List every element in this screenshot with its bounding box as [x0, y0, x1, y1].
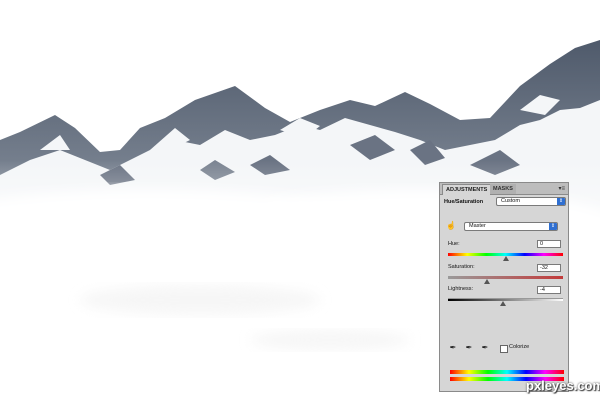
- lightness-slider-thumb[interactable]: [500, 301, 507, 306]
- adjustments-panel: ADJUSTMENTS MASKS ▾≡ Hue/Saturation Cust…: [439, 182, 569, 392]
- saturation-slider-track[interactable]: [448, 276, 563, 279]
- hand-icon[interactable]: ☝: [446, 221, 456, 231]
- colorize-checkbox[interactable]: [500, 345, 508, 353]
- eyedropper-minus-icon[interactable]: ✒: [480, 343, 490, 353]
- chevron-updown-icon: ⇕: [549, 223, 557, 230]
- preset-select-value: Custom: [501, 198, 520, 204]
- preset-select[interactable]: Custom ⇕: [496, 197, 566, 206]
- source-color-bar: [450, 370, 564, 374]
- hue-field[interactable]: 0: [537, 240, 561, 248]
- saturation-label: Saturation:: [448, 264, 475, 270]
- lightness-field[interactable]: -4: [537, 286, 561, 294]
- saturation-slider-thumb[interactable]: [484, 279, 491, 284]
- panel-tab-bar: ADJUSTMENTS MASKS ▾≡: [440, 183, 568, 195]
- watermark-logo: pxleyes.com: [526, 378, 600, 393]
- hue-slider-thumb[interactable]: [502, 256, 509, 261]
- saturation-field[interactable]: -32: [537, 264, 561, 272]
- eyedropper-icon[interactable]: ✒: [448, 343, 458, 353]
- tab-masks[interactable]: MASKS: [490, 184, 516, 194]
- hue-label: Hue:: [448, 241, 460, 247]
- colorize-label: Colorize: [509, 344, 530, 350]
- tab-adjustments[interactable]: ADJUSTMENTS: [442, 184, 492, 195]
- channel-select[interactable]: Master ⇕: [464, 222, 558, 231]
- chevron-updown-icon: ⇕: [557, 198, 565, 205]
- channel-select-value: Master: [469, 223, 486, 229]
- eyedropper-plus-icon[interactable]: ✒: [464, 343, 474, 353]
- lightness-label: Lightness:: [448, 286, 474, 292]
- panel-menu-icon[interactable]: ▾≡: [558, 185, 565, 192]
